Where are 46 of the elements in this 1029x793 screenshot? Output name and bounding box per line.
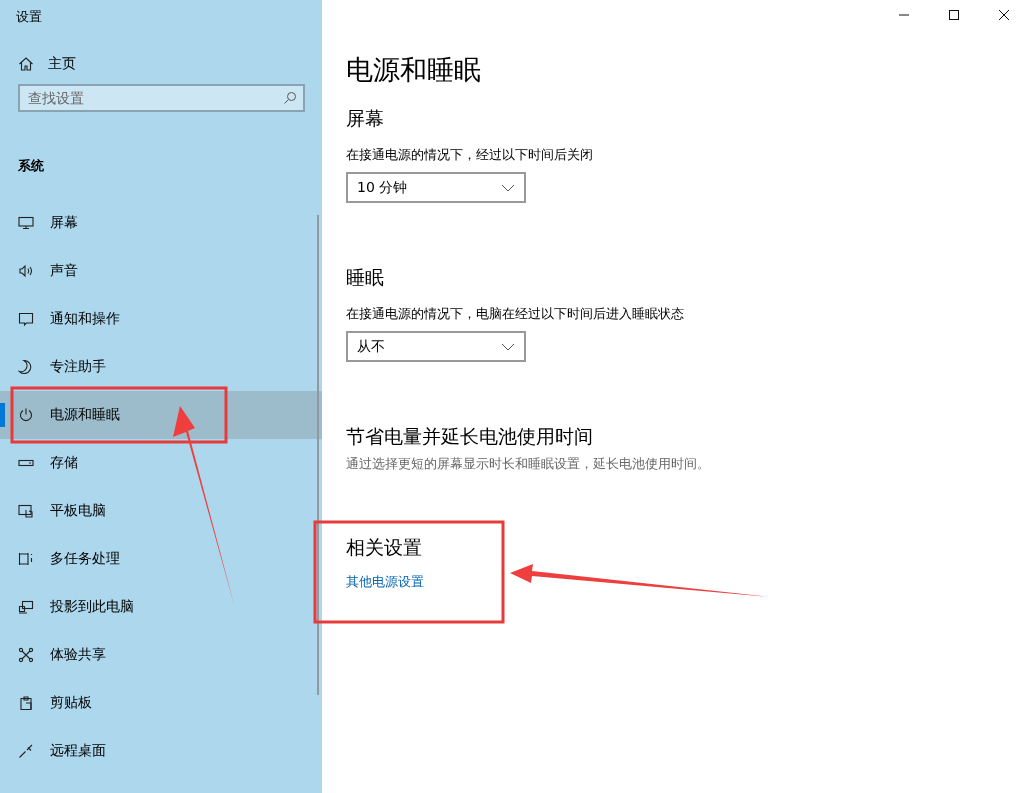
sidebar-item[interactable]: 电源和睡眠 [0, 391, 322, 439]
chevron-icon [501, 342, 515, 351]
sidebar-item[interactable]: 专注助手 [0, 343, 322, 391]
clipboard-icon [18, 695, 34, 711]
scrollbar[interactable] [317, 215, 319, 695]
moon-icon [18, 359, 34, 375]
sidebar-item[interactable]: 投影到此电脑 [0, 583, 322, 631]
sidebar-item[interactable]: 声音 [0, 247, 322, 295]
sidebar-item[interactable]: 存储 [0, 439, 322, 487]
close-icon [998, 9, 1010, 21]
message-icon [18, 311, 34, 327]
home-icon [18, 56, 34, 72]
project-icon [18, 599, 34, 615]
setting-label: 在接通电源的情况下，经过以下时间后关闭 [346, 147, 593, 162]
power-settings-link[interactable]: 其他电源设置 [346, 574, 424, 589]
maximize-icon [948, 9, 960, 21]
sidebar-item[interactable]: 剪贴板 [0, 679, 322, 727]
section-heading: 睡眠 [346, 266, 384, 288]
home-link[interactable]: 主页 [0, 44, 322, 84]
power-icon [18, 407, 34, 423]
sidebar-item[interactable]: 屏幕 [0, 199, 322, 247]
speaker-icon [18, 263, 34, 279]
share-icon [18, 647, 34, 663]
tablet-icon [18, 503, 34, 519]
setting-label: 在接通电源的情况下，电脑在经过以下时间后进入睡眠状态 [346, 306, 684, 321]
sidebar-item[interactable]: 通知和操作 [0, 295, 322, 343]
sidebar-item[interactable]: 平板电脑 [0, 487, 322, 535]
chevron-icon [501, 183, 515, 192]
section-label: 系统 [18, 158, 44, 173]
sidebar-item[interactable]: 远程桌面 [0, 727, 322, 775]
page-title: 电源和睡眠 [346, 54, 481, 85]
description-text: 通过选择更短的屏幕显示时长和睡眠设置，延长电池使用时间。 [346, 456, 710, 471]
window-title: 设置 [16, 9, 42, 24]
dropdown[interactable]: 从不 [346, 331, 526, 362]
selection-indicator [0, 403, 5, 427]
section-heading: 相关设置 [346, 536, 422, 558]
dropdown[interactable]: 10 分钟 [346, 172, 526, 203]
search-icon [283, 91, 297, 105]
section-heading: 节省电量并延长电池使用时间 [346, 425, 593, 447]
remote-icon [18, 743, 34, 759]
multitask-icon [18, 551, 34, 567]
section-heading: 屏幕 [346, 107, 384, 129]
monitor-icon [18, 215, 34, 231]
search-field[interactable]: 查找设置 [18, 84, 305, 112]
sidebar-item[interactable]: 体验共享 [0, 631, 322, 679]
sidebar-item[interactable]: 多任务处理 [0, 535, 322, 583]
